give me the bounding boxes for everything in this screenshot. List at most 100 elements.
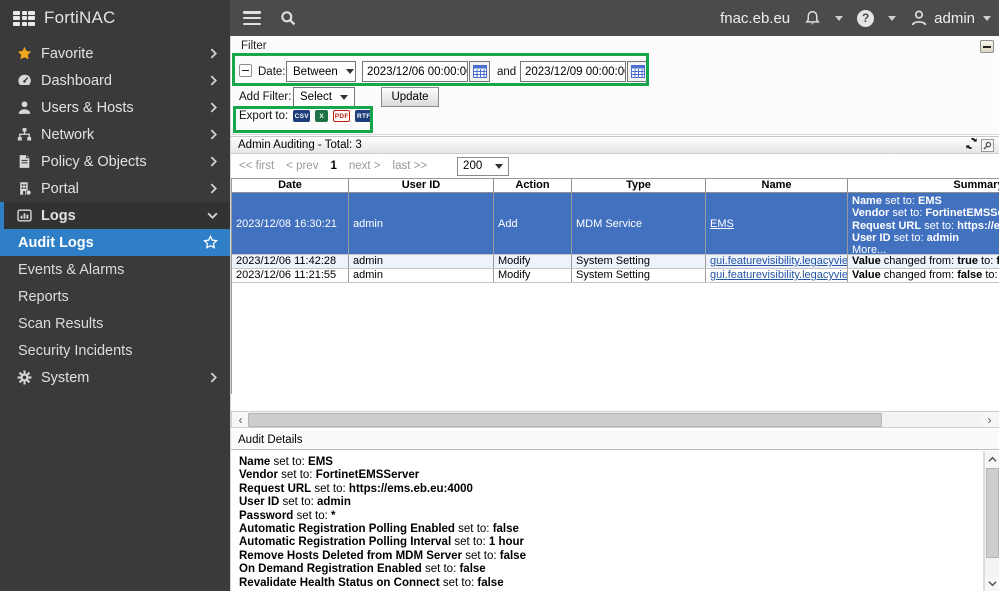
row-name-link[interactable]: gui.featurevisibility.legacyviews xyxy=(710,269,848,281)
sidebar-item-policy-objects[interactable]: Policy & Objects xyxy=(0,148,230,175)
sidebar-item-events-alarms[interactable]: Events & Alarms xyxy=(0,256,230,283)
chevron-right-icon xyxy=(209,102,218,113)
admin-auditing-panel: Admin Auditing - Total: 3 << first < pre… xyxy=(231,136,999,428)
menu-toggle-icon[interactable] xyxy=(243,11,261,25)
detail-line: Password set to: * xyxy=(239,510,983,523)
sidebar-item-network[interactable]: Network xyxy=(0,121,230,148)
star-icon xyxy=(13,46,35,61)
sidebar-item-label: Security Incidents xyxy=(18,343,218,359)
sidebar-item-portal[interactable]: Portal xyxy=(0,175,230,202)
sidebar-item-favorite[interactable]: Favorite xyxy=(0,40,230,67)
detail-line: Automatic Registration Polling Enabled s… xyxy=(239,523,983,536)
select-caret-icon xyxy=(495,164,503,169)
column-header-name[interactable]: Name xyxy=(706,179,848,193)
column-header-user-id[interactable]: User ID xyxy=(349,179,494,193)
topbar-right: fnac.eb.eu ? admin xyxy=(720,0,991,36)
sidebar-item-audit-logs[interactable]: Audit Logs xyxy=(0,229,230,256)
refresh-icon[interactable] xyxy=(965,137,978,153)
fortinac-window: FortiNAC fnac.eb.eu ? admin FavoriteDash… xyxy=(0,0,999,591)
date-from-input[interactable]: 2023/12/06 00:00:00 xyxy=(362,61,468,82)
sidebar-item-label: Audit Logs xyxy=(18,235,203,251)
user-menu-label[interactable]: admin xyxy=(934,10,975,27)
portal-icon xyxy=(13,181,35,196)
detail-line: Revalidate Health Status on Connect set … xyxy=(239,577,983,590)
table-row[interactable]: 2023/12/06 11:21:55adminModifySystem Set… xyxy=(232,269,999,283)
table-row[interactable]: 2023/12/06 11:42:28adminModifySystem Set… xyxy=(232,255,999,269)
page-next-link[interactable]: next > xyxy=(349,160,381,172)
date-to-calendar-icon[interactable] xyxy=(627,61,648,82)
page-last-link[interactable]: last >> xyxy=(393,160,428,172)
help-icon[interactable]: ? xyxy=(857,10,874,27)
date-from-calendar-icon[interactable] xyxy=(469,61,490,82)
table-title-bar: Admin Auditing - Total: 3 xyxy=(231,137,999,154)
filter-panel: Filter Date: Between 2023/12/06 00:00:00… xyxy=(231,36,999,135)
summary-line[interactable]: More... xyxy=(852,244,999,254)
scroll-left-icon[interactable]: ‹ xyxy=(232,412,249,427)
sidebar-item-system[interactable]: System xyxy=(0,364,230,391)
date-filter-label: Date: xyxy=(258,66,286,78)
column-header-action[interactable]: Action xyxy=(494,179,572,193)
chevron-right-icon xyxy=(209,183,218,194)
sidebar-item-label: Events & Alarms xyxy=(18,262,218,278)
help-caret-icon[interactable] xyxy=(888,16,896,21)
date-and-label: and xyxy=(497,66,516,78)
update-button[interactable]: Update xyxy=(381,87,439,107)
scroll-right-icon[interactable]: › xyxy=(981,412,998,427)
date-to-input[interactable]: 2023/12/09 00:00:00 xyxy=(520,61,626,82)
page-first-link[interactable]: << first xyxy=(239,160,274,172)
table-options-icon[interactable] xyxy=(981,139,994,152)
chevron-right-icon xyxy=(209,129,218,140)
detail-line: Remove Hosts Deleted from MDM Server set… xyxy=(239,550,983,563)
sidebar-item-logs[interactable]: Logs xyxy=(0,202,230,229)
export-xls-icon[interactable]: X xyxy=(315,110,328,122)
column-header-date[interactable]: Date xyxy=(232,179,349,193)
row-name-link[interactable]: EMS xyxy=(710,218,734,230)
table-row[interactable]: 2023/12/08 16:30:21adminAddMDM ServiceEM… xyxy=(232,193,999,255)
date-operator-select[interactable]: Between xyxy=(286,61,356,82)
network-icon xyxy=(13,127,35,142)
export-pdf-icon[interactable]: PDF xyxy=(333,110,350,122)
table-title: Admin Auditing - Total: 3 xyxy=(238,139,362,151)
export-rtf-icon[interactable]: RTF xyxy=(355,110,372,122)
vertical-scroll-thumb[interactable] xyxy=(986,468,999,558)
column-header-summary[interactable]: Summary xyxy=(848,179,999,193)
notifications-caret-icon[interactable] xyxy=(835,16,843,21)
sidebar-item-scan-results[interactable]: Scan Results xyxy=(0,310,230,337)
add-filter-select[interactable]: Select xyxy=(293,87,355,107)
sidebar-item-users-hosts[interactable]: Users & Hosts xyxy=(0,94,230,121)
page-size-select[interactable]: 200 xyxy=(457,157,509,176)
details-body: Name set to: EMSVendor set to: FortinetE… xyxy=(231,451,984,591)
summary-line: Request URL set to: https://ems.eb.eu:40… xyxy=(852,220,999,232)
page-current: 1 xyxy=(330,160,336,172)
audit-table: DateUser IDActionTypeNameSummary 2023/12… xyxy=(231,178,999,394)
notifications-bell-icon[interactable] xyxy=(804,10,821,27)
logs-icon xyxy=(13,208,35,223)
sidebar-item-security-incidents[interactable]: Security Incidents xyxy=(0,337,230,364)
chevron-right-icon xyxy=(209,75,218,86)
pagination: << first < prev 1 next > last >> 200 xyxy=(231,155,999,177)
remove-date-filter-button[interactable] xyxy=(239,64,252,77)
star-outline-icon[interactable] xyxy=(203,235,218,250)
search-icon[interactable] xyxy=(280,10,297,27)
sidebar-item-label: System xyxy=(41,370,209,386)
row-name-link[interactable]: gui.featurevisibility.legacyviews xyxy=(710,255,848,267)
sidebar-item-reports[interactable]: Reports xyxy=(0,283,230,310)
scroll-up-icon[interactable] xyxy=(985,451,999,467)
filter-collapse-button[interactable] xyxy=(980,40,994,53)
export-row: Export to: CSVXPDFRTF xyxy=(239,110,372,122)
scroll-down-icon[interactable] xyxy=(985,575,999,591)
summary-line: Value changed from: true to: false xyxy=(852,255,999,268)
horizontal-scroll-thumb[interactable] xyxy=(248,413,882,427)
export-csv-icon[interactable]: CSV xyxy=(293,110,310,122)
vertical-scrollbar[interactable] xyxy=(984,451,999,591)
table-body: 2023/12/08 16:30:21adminAddMDM ServiceEM… xyxy=(232,193,999,283)
chevron-right-icon xyxy=(209,48,218,59)
horizontal-scrollbar[interactable]: ‹ › xyxy=(231,411,999,428)
detail-line: Vendor set to: FortinetEMSServer xyxy=(239,469,983,482)
user-caret-icon[interactable] xyxy=(983,16,991,21)
column-header-type[interactable]: Type xyxy=(572,179,706,193)
user-avatar-icon[interactable] xyxy=(910,9,928,27)
detail-line: Name set to: EMS xyxy=(239,456,983,469)
sidebar-item-dashboard[interactable]: Dashboard xyxy=(0,67,230,94)
page-prev-link[interactable]: < prev xyxy=(286,160,318,172)
